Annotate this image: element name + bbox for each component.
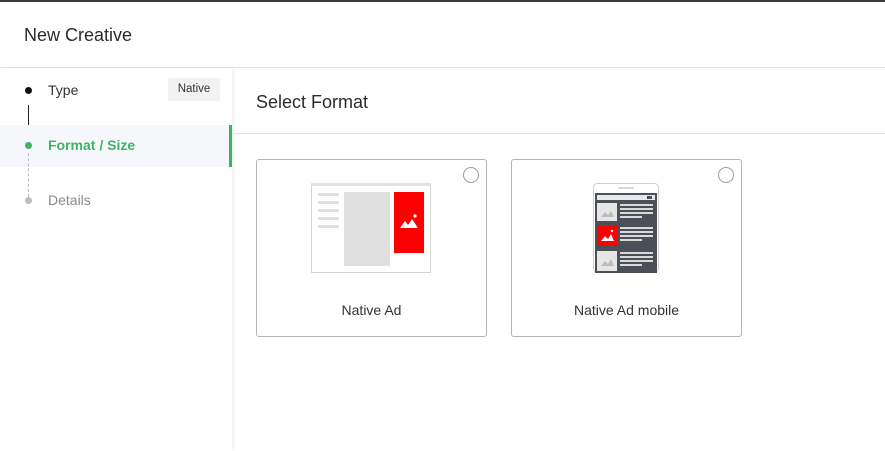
main-panel: Select Format Native Ad Native Ad mobile xyxy=(233,69,885,451)
step-details[interactable]: Details xyxy=(0,180,232,220)
format-label-native-ad: Native Ad xyxy=(341,302,402,318)
step-details-label: Details xyxy=(48,192,91,208)
type-value-badge: Native xyxy=(168,78,220,101)
step-type[interactable]: Type Native xyxy=(0,69,232,111)
step-format-size-label: Format / Size xyxy=(48,137,136,153)
native-ad-mobile-illustration-icon xyxy=(593,183,659,273)
format-radio-native-ad[interactable] xyxy=(463,167,479,183)
format-label-native-ad-mobile: Native Ad mobile xyxy=(573,302,680,318)
section-header: Select Format xyxy=(233,69,885,134)
step-pending-dot xyxy=(25,197,32,204)
format-card-native-ad[interactable]: Native Ad xyxy=(256,159,487,337)
section-title: Select Format xyxy=(256,92,369,112)
native-ad-illustration-icon xyxy=(311,183,431,273)
step-format-size[interactable]: Format / Size xyxy=(0,125,232,167)
step-active-dot xyxy=(25,142,32,149)
dialog-title: New Creative xyxy=(24,25,133,45)
dialog-header: New Creative xyxy=(0,2,885,68)
step-type-label: Type xyxy=(48,82,79,98)
wizard-steps-sidebar: Type Native Format / Size Details xyxy=(0,69,232,451)
format-card-native-ad-mobile[interactable]: Native Ad mobile xyxy=(511,159,742,337)
step-completed-dot xyxy=(25,87,32,94)
format-radio-native-ad-mobile[interactable] xyxy=(718,167,734,183)
